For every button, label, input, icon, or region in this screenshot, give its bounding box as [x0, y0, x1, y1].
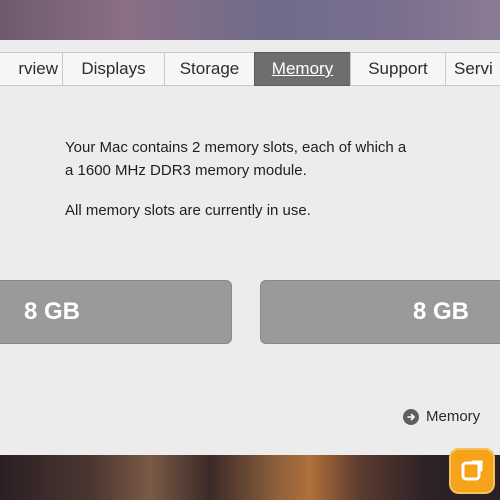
- memory-description-line-1: Your Mac contains 2 memory slots, each o…: [65, 139, 407, 156]
- tab-overview[interactable]: rview: [0, 52, 62, 86]
- about-this-mac-window: rview Displays Storage Memory Support Se…: [0, 40, 500, 455]
- memory-slot-1-label: 8 GB: [24, 298, 81, 325]
- desktop-wallpaper-bottom: [0, 455, 500, 500]
- tab-storage[interactable]: Storage: [164, 52, 254, 86]
- tab-memory[interactable]: Memory: [254, 52, 350, 86]
- memory-slot-2-label: 8 GB: [412, 298, 469, 325]
- memory-description-line-2: a 1600 MHz DDR3 memory module.: [65, 162, 307, 179]
- memory-description: Your Mac contains 2 memory slots, each o…: [65, 136, 500, 182]
- memory-panel: Your Mac contains 2 memory slots, each o…: [0, 86, 500, 455]
- memory-upgrade-link[interactable]: Memory: [403, 408, 480, 425]
- memory-slot-1: 8 GB: [0, 280, 232, 344]
- memory-slot-2: 8 GB: [260, 280, 500, 344]
- memory-link-label: Memory: [426, 408, 481, 425]
- tab-support[interactable]: Support: [350, 52, 445, 86]
- memory-status-text: All memory slots are currently in use.: [65, 202, 311, 219]
- tab-service[interactable]: Servi: [445, 52, 500, 86]
- tab-displays[interactable]: Displays: [62, 52, 164, 86]
- circle-arrow-icon: [403, 408, 419, 425]
- app-badge-icon: [449, 448, 495, 494]
- desktop-wallpaper-top: [0, 0, 500, 40]
- tab-bar: rview Displays Storage Memory Support Se…: [0, 52, 500, 86]
